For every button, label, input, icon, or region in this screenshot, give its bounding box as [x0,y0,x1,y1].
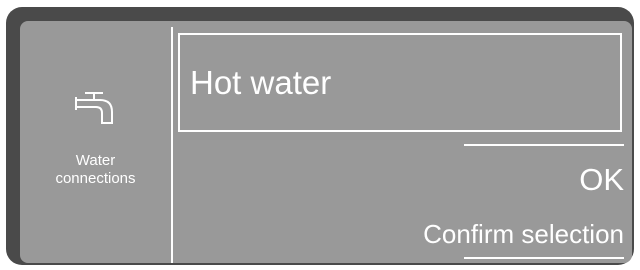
device-panel: Water connections Hot water OK Confirm s… [0,0,640,270]
ok-divider-bottom [464,257,624,259]
category-panel: Water connections [20,21,171,263]
display-bezel: Water connections Hot water OK Confirm s… [6,7,634,265]
option-hot-water[interactable]: Hot water [178,33,622,132]
ok-label: OK [579,162,624,197]
water-tap-icon [75,92,113,124]
display-screen: Water connections Hot water OK Confirm s… [20,21,632,263]
option-label: Hot water [190,64,332,101]
vertical-divider [171,27,173,263]
ok-button[interactable]: OK Confirm selection [423,147,624,257]
confirm-selection-label: Confirm selection [423,219,624,249]
ok-divider-top [464,144,624,146]
category-label: Water connections [55,152,136,187]
